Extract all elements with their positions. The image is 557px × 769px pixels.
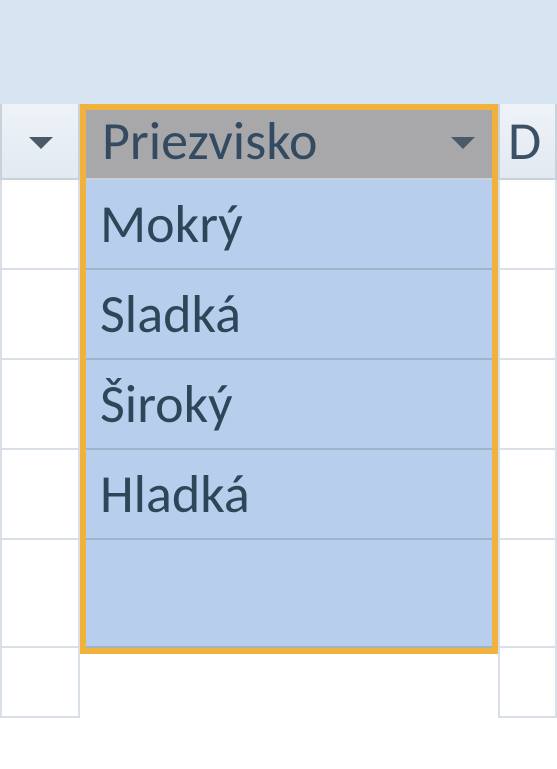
chevron-down-icon — [448, 133, 478, 153]
column-header-priezvisko[interactable]: Priezvisko — [80, 104, 498, 180]
cell[interactable] — [0, 648, 80, 718]
table-row: Sladká — [0, 270, 557, 360]
ribbon-background — [0, 0, 557, 107]
cell-priezvisko[interactable]: Sladká — [80, 270, 498, 360]
cell[interactable] — [498, 450, 557, 540]
cell[interactable] — [498, 360, 557, 450]
table-row — [0, 648, 557, 718]
cell[interactable] — [0, 270, 80, 360]
cell[interactable] — [498, 180, 557, 270]
header-row: Priezvisko D — [0, 104, 557, 180]
cell-priezvisko[interactable]: Hladká — [80, 450, 498, 540]
cell-priezvisko[interactable] — [80, 540, 498, 648]
cell[interactable] — [0, 450, 80, 540]
dropdown-button-prev[interactable] — [18, 122, 64, 164]
table-row: Široký — [0, 360, 557, 450]
cell[interactable] — [498, 540, 557, 648]
cell[interactable] — [0, 360, 80, 450]
table-row: Hladká — [0, 450, 557, 540]
datasheet-grid: Priezvisko D Mokrý Sladká Široký Hladká — [0, 104, 557, 769]
table-row — [0, 540, 557, 648]
cell[interactable] — [0, 540, 80, 648]
column-header-label: Priezvisko — [102, 104, 317, 178]
column-header-next[interactable]: D — [498, 104, 557, 180]
cell[interactable] — [0, 180, 80, 270]
chevron-down-icon — [26, 133, 56, 153]
cell-priezvisko[interactable]: Široký — [80, 360, 498, 450]
cell-priezvisko[interactable]: Mokrý — [80, 180, 498, 270]
dropdown-button-priezvisko[interactable] — [440, 122, 486, 164]
column-header-label: D — [508, 104, 541, 178]
cell[interactable] — [498, 648, 557, 718]
cell[interactable] — [498, 270, 557, 360]
table-row: Mokrý — [0, 180, 557, 270]
column-header-prev[interactable] — [0, 104, 80, 180]
